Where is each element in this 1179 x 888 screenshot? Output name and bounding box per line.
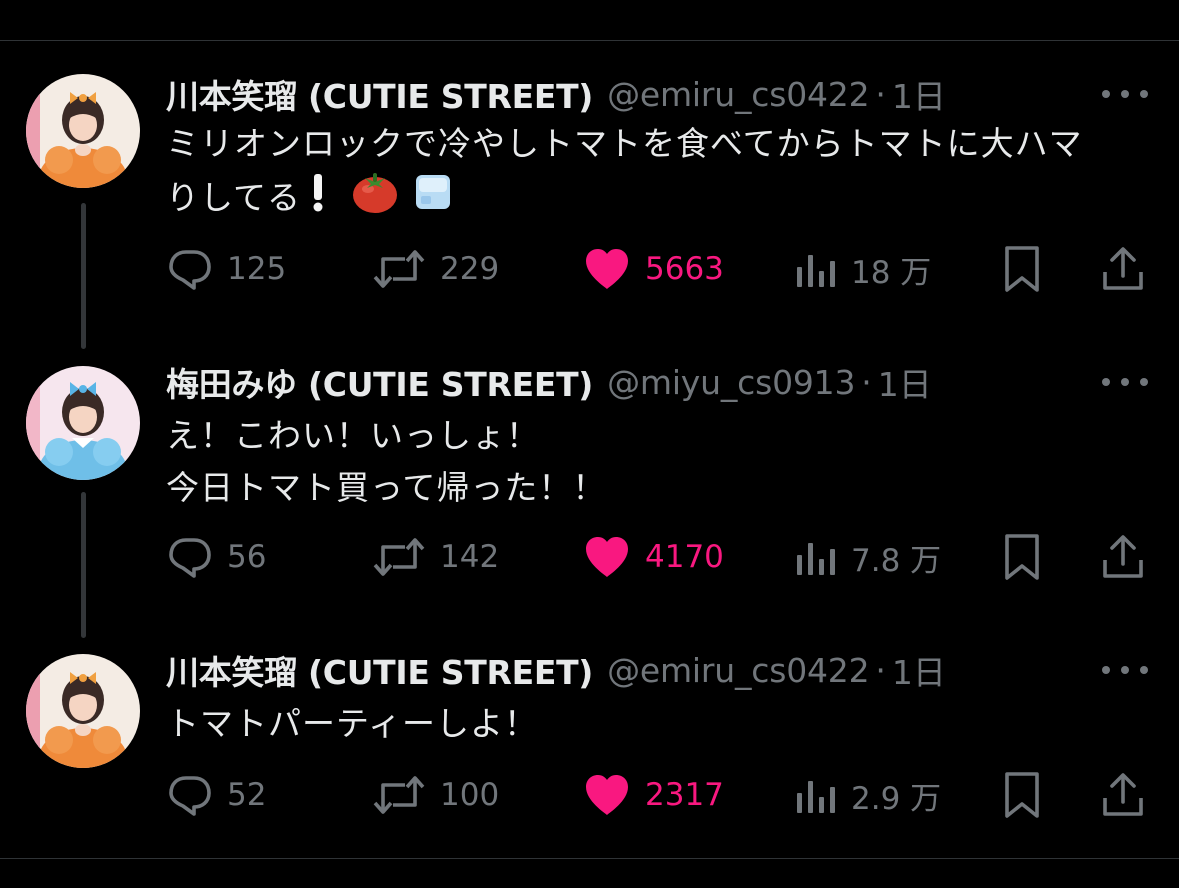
views-button[interactable]: 7.8 万 <box>795 532 941 582</box>
share-button[interactable] <box>1101 532 1145 582</box>
repost-count: 100 <box>440 777 500 813</box>
tweet-text-segment: りしてる <box>166 178 302 217</box>
timestamp[interactable]: 1日 <box>878 358 932 406</box>
reply-icon <box>169 538 211 578</box>
separator: · <box>875 74 886 114</box>
tomato-emoji <box>351 170 399 229</box>
tweet-header: 川本笑瑠 (CUTIE STREET) @emiru_cs0422 · 1日 <box>166 70 946 118</box>
bookmark-button[interactable] <box>1003 532 1041 582</box>
more-options-icon[interactable] <box>1102 82 1148 106</box>
exclamation-emoji <box>311 172 325 227</box>
tweet-actions: 56 142 4170 7.8 万 <box>0 532 1179 582</box>
chevron-down-icon[interactable] <box>1022 0 1042 4</box>
repost-button[interactable]: 100 <box>372 770 499 820</box>
separator: · <box>861 362 872 402</box>
reply-icon <box>169 250 211 290</box>
heart-icon <box>586 537 628 577</box>
reply-count: 56 <box>227 539 267 575</box>
tweet-text-line: え！こわい！いっしょ！ <box>166 416 540 455</box>
tweet-text: トマトパーティーしよ！ <box>166 698 1156 750</box>
heart-icon <box>586 775 628 815</box>
display-name[interactable]: 川本笑瑠 (CUTIE STREET) <box>166 70 593 118</box>
views-button[interactable]: 2.9 万 <box>795 770 941 820</box>
bookmark-button[interactable] <box>1003 770 1041 820</box>
tweet-header: 川本笑瑠 (CUTIE STREET) @emiru_cs0422 · 1日 <box>166 646 946 694</box>
reply-count: 125 <box>227 251 287 287</box>
share-icon <box>1103 773 1143 816</box>
reply-button[interactable]: 125 <box>167 244 286 294</box>
like-count: 4170 <box>645 539 724 575</box>
avatar[interactable] <box>26 74 140 188</box>
tweet-actions: 125 229 5663 18 万 <box>0 244 1179 294</box>
divider <box>0 40 1179 41</box>
share-icon <box>1103 247 1143 290</box>
tweet-header: 梅田みゆ (CUTIE STREET) @miyu_cs0913 · 1日 <box>166 358 932 406</box>
heart-icon <box>586 249 628 289</box>
timestamp[interactable]: 1日 <box>892 646 946 694</box>
bookmark-button[interactable] <box>1003 244 1041 294</box>
divider <box>0 858 1179 859</box>
like-count: 2317 <box>645 777 724 813</box>
views-button[interactable]: 18 万 <box>795 244 931 294</box>
view-count: 2.9 万 <box>851 780 942 817</box>
reply-button[interactable]: 56 <box>167 532 266 582</box>
repost-icon <box>373 538 425 576</box>
display-name[interactable]: 梅田みゆ (CUTIE STREET) <box>166 358 593 406</box>
display-name[interactable]: 川本笑瑠 (CUTIE STREET) <box>166 646 593 694</box>
repost-icon <box>373 250 425 288</box>
avatar[interactable] <box>26 654 140 768</box>
views-icon <box>797 781 835 813</box>
separator: · <box>875 650 886 690</box>
bookmark-icon <box>1005 534 1039 580</box>
tweet-text: ミリオンロックで冷やしトマトを食べてからトマトに大ハマ りしてる <box>166 118 1156 229</box>
like-button[interactable]: 4170 <box>583 532 724 582</box>
repost-icon <box>373 776 425 814</box>
tweet-text-line: 今日トマト買って帰った！！ <box>166 468 607 507</box>
like-count: 5663 <box>645 251 724 287</box>
share-icon <box>1103 535 1143 578</box>
timeline: 川本笑瑠 (CUTIE STREET) @emiru_cs0422 · 1日 ミ… <box>0 0 1179 888</box>
reply-count: 52 <box>227 777 267 813</box>
more-options-icon[interactable] <box>1102 370 1148 394</box>
share-button[interactable] <box>1101 244 1145 294</box>
like-button[interactable]: 5663 <box>583 244 724 294</box>
tweet-actions: 52 100 2317 2.9 万 <box>0 770 1179 820</box>
ice-cube-emoji <box>413 172 453 227</box>
view-count: 18 万 <box>851 254 932 291</box>
reply-icon <box>169 776 211 816</box>
reply-button[interactable]: 52 <box>167 770 266 820</box>
tweet-text-line: ミリオンロックで冷やしトマトを食べてからトマトに大ハマ <box>166 124 1083 163</box>
more-options-icon[interactable] <box>1102 658 1148 682</box>
bookmark-icon <box>1005 772 1039 818</box>
username[interactable]: @emiru_cs0422 <box>607 75 870 114</box>
avatar[interactable] <box>26 366 140 480</box>
views-icon <box>797 255 835 287</box>
bookmark-icon <box>1005 246 1039 292</box>
share-button[interactable] <box>1101 770 1145 820</box>
views-icon <box>797 543 835 575</box>
timestamp[interactable]: 1日 <box>892 70 946 118</box>
tweet-text-line: りしてる <box>166 170 1156 229</box>
tweet-text-line: トマトパーティーしよ！ <box>166 704 539 743</box>
repost-button[interactable]: 142 <box>372 532 499 582</box>
like-button[interactable]: 2317 <box>583 770 724 820</box>
username[interactable]: @emiru_cs0422 <box>607 651 870 690</box>
view-count: 7.8 万 <box>851 542 942 579</box>
repost-count: 142 <box>440 539 500 575</box>
tweet-text: え！こわい！いっしょ！ 今日トマト買って帰った！！ <box>166 410 1156 514</box>
repost-count: 229 <box>440 251 500 287</box>
repost-button[interactable]: 229 <box>372 244 499 294</box>
username[interactable]: @miyu_cs0913 <box>607 363 855 402</box>
